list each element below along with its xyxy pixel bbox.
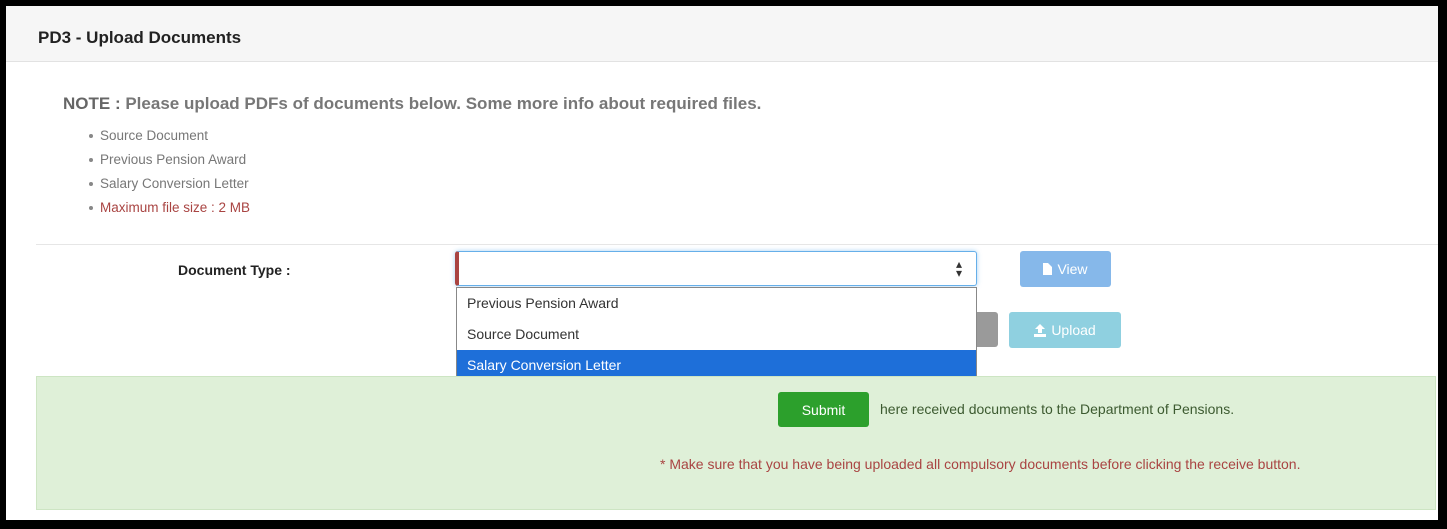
submit-description: here received documents to the Departmen… [880,401,1235,417]
select-updown-icon: ▴ ▾ [955,257,962,280]
required-files-list: Source Document Previous Pension Award S… [88,126,250,222]
file-icon [1043,263,1053,275]
upload-button[interactable]: Upload [1009,312,1121,348]
note-text: NOTE : Please upload PDFs of documents b… [63,94,761,114]
max-file-size-note: Maximum file size : 2 MB [88,198,250,222]
list-item: Previous Pension Award [88,150,250,174]
document-type-select[interactable]: ▴ ▾ [455,251,977,286]
file-browse-button[interactable] [977,312,998,347]
panel-header: PD3 - Upload Documents [6,6,1438,62]
divider [36,244,1438,245]
dropdown-option[interactable]: Previous Pension Award [457,288,976,319]
view-button-label: View [1057,261,1088,277]
document-type-label: Document Type : [178,262,291,278]
submit-button[interactable]: Submit [778,392,869,427]
view-button[interactable]: View [1020,251,1111,287]
list-item: Source Document [88,126,250,150]
dropdown-option[interactable]: Source Document [457,319,976,350]
list-item: Salary Conversion Letter [88,174,250,198]
submit-warning: * Make sure that you have being uploaded… [660,456,1301,472]
upload-icon [1034,323,1047,337]
page-title: PD3 - Upload Documents [38,28,242,47]
submit-button-label: Submit [801,401,846,418]
note-label: NOTE : [63,94,121,113]
note-body: Please upload PDFs of documents below. S… [125,94,762,113]
document-type-dropdown: Previous Pension Award Source Document S… [456,287,977,381]
upload-button-label: Upload [1051,322,1096,338]
submit-panel [36,376,1436,510]
